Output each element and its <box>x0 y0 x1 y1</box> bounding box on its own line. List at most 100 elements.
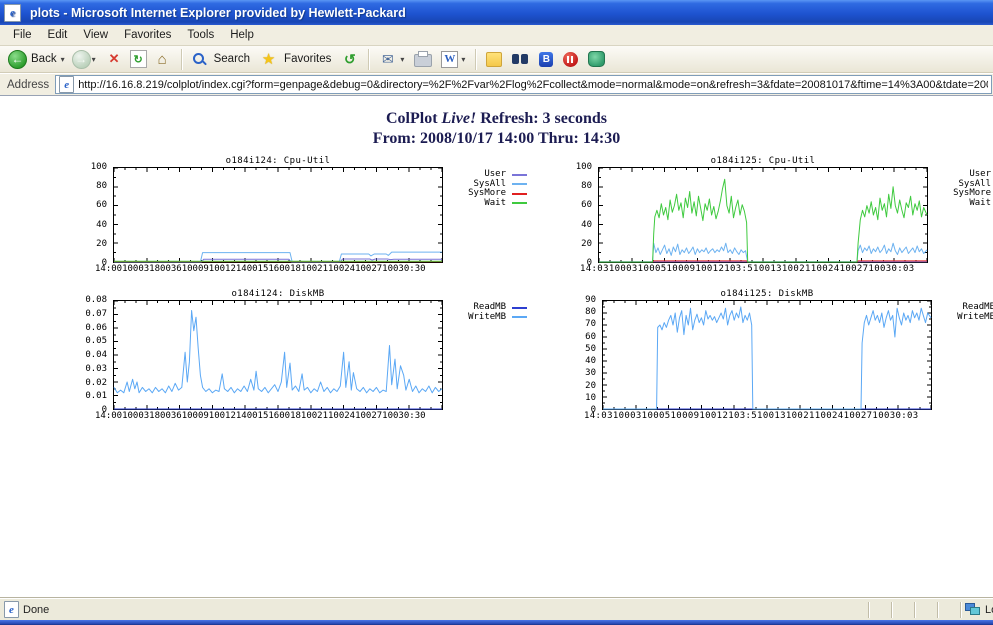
search-button[interactable]: Search <box>187 51 255 68</box>
y-tick-label: 0.02 <box>67 379 107 387</box>
y-tick-label: 80 <box>71 182 107 190</box>
forward-dropdown-caret[interactable]: ▾ <box>92 55 96 64</box>
stop-button[interactable]: ✕ <box>101 50 128 69</box>
status-left-pane: e Done <box>0 601 868 618</box>
y-tick-label: 20 <box>556 382 596 390</box>
mail-dropdown-caret[interactable]: ▾ <box>400 55 404 64</box>
status-zone-pane: Local intranet <box>960 602 993 618</box>
mail-button[interactable]: ✉ ▾ <box>374 50 409 69</box>
local-intranet-icon <box>965 603 981 616</box>
back-icon: ← <box>8 50 27 69</box>
chart-title: o184i125: DiskMB <box>602 289 932 300</box>
y-tick-label: 10 <box>556 394 596 402</box>
y-tick-label: 50 <box>556 345 596 353</box>
history-icon: ↺ <box>341 51 358 68</box>
messenger-note-button[interactable] <box>481 51 507 68</box>
pause-icon <box>563 52 578 67</box>
address-input[interactable]: e http://16.16.8.219/colplot/index.cgi?f… <box>55 75 992 94</box>
favorites-button[interactable]: ★ Favorites <box>255 50 336 69</box>
address-label: Address <box>7 79 49 91</box>
y-axis-labels: 100806040200 <box>71 163 107 267</box>
media-pause-button[interactable] <box>558 51 583 68</box>
legend-color-swatch <box>512 316 527 318</box>
forward-icon: → <box>72 50 91 69</box>
y-tick-label: 90 <box>556 296 596 304</box>
title-bar: e plots - Microsoft Internet Explorer pr… <box>0 0 993 25</box>
plot-area <box>113 167 443 263</box>
y-tick-label: 60 <box>71 201 107 209</box>
status-page-icon: e <box>4 601 19 618</box>
home-button[interactable]: ⌂ <box>149 50 176 69</box>
y-tick-label: 20 <box>71 240 107 248</box>
legend-item: Wait <box>940 199 993 209</box>
chart-title: o184i125: Cpu-Util <box>598 156 928 167</box>
menu-file[interactable]: File <box>5 26 40 44</box>
legend: UserSysAllSysMoreWait <box>940 170 993 208</box>
address-url-text: http://16.16.8.219/colplot/index.cgi?for… <box>78 79 988 91</box>
legend-label: WriteMB <box>468 313 506 323</box>
toolbar-separator <box>475 49 476 70</box>
y-tick-label: 0.04 <box>67 351 107 359</box>
menu-help[interactable]: Help <box>222 26 262 44</box>
x-axis-labels: 14:0310003100051000910012103:51001310021… <box>580 264 954 275</box>
home-icon: ⌂ <box>154 51 171 68</box>
y-tick-label: 100 <box>71 163 107 171</box>
y-tick-label: 0.08 <box>67 296 107 304</box>
menu-tools[interactable]: Tools <box>179 26 222 44</box>
legend-item: WriteMB <box>455 313 527 323</box>
legend-item: WriteMB <box>944 313 993 323</box>
y-tick-label: 80 <box>556 308 596 316</box>
status-bar: e Done Local intranet <box>0 598 993 620</box>
y-tick-label: 100 <box>556 163 592 171</box>
chart-cpu-util-o184i125: o184i125: Cpu-Util10080604020014:0310003… <box>556 156 993 278</box>
legend-label: Wait <box>969 199 991 209</box>
legend-label: WriteMB <box>957 313 993 323</box>
messenger-button[interactable] <box>583 50 610 68</box>
y-tick-label: 0.03 <box>67 365 107 373</box>
chart-title: o184i124: DiskMB <box>113 289 443 300</box>
print-icon <box>414 54 432 67</box>
status-pane <box>914 602 937 618</box>
chart-cpu-util-o184i124: o184i124: Cpu-Util10080604020014:0010003… <box>71 156 553 278</box>
legend-item: Wait <box>455 199 527 209</box>
bluetooth-button[interactable]: B <box>534 51 558 68</box>
refresh-button[interactable]: ↻ <box>128 49 149 69</box>
legend: UserSysAllSysMoreWait <box>455 170 527 208</box>
status-text: Done <box>23 604 49 616</box>
y-tick-label: 0.06 <box>67 324 107 332</box>
page-title: ColPlot Live! Refresh: 3 seconds From: 2… <box>0 110 993 148</box>
y-tick-label: 80 <box>556 182 592 190</box>
edit-dropdown-caret[interactable]: ▾ <box>461 55 465 64</box>
legend: ReadMBWriteMB <box>944 303 993 322</box>
binoculars-icon <box>512 54 529 64</box>
page-subtitle: From: 2008/10/17 14:00 Thru: 14:30 <box>0 130 993 148</box>
status-pane <box>937 602 960 618</box>
menu-view[interactable]: View <box>75 26 116 44</box>
menu-bar: File Edit View Favorites Tools Help <box>0 25 993 46</box>
refresh-label: Refresh: 3 seconds <box>480 110 607 127</box>
print-button[interactable] <box>409 51 437 68</box>
back-dropdown-caret[interactable]: ▾ <box>61 55 65 64</box>
ie-window-icon: e <box>4 4 21 22</box>
y-tick-label: 70 <box>556 320 596 328</box>
y-tick-label: 30 <box>556 369 596 377</box>
favorites-label: Favorites <box>284 53 331 65</box>
forward-button[interactable]: → ▾ <box>70 49 101 70</box>
menu-edit[interactable]: Edit <box>40 26 76 44</box>
research-button[interactable] <box>507 53 534 65</box>
legend-color-swatch <box>512 174 527 176</box>
messenger-icon <box>588 51 605 67</box>
legend: ReadMBWriteMB <box>455 303 527 322</box>
live-label: Live! <box>442 110 477 127</box>
y-axis-labels: 100806040200 <box>556 163 592 267</box>
plot-area <box>598 167 928 263</box>
menu-favorites[interactable]: Favorites <box>116 26 179 44</box>
y-tick-label: 40 <box>71 221 107 229</box>
search-icon <box>192 52 207 67</box>
y-tick-label: 0.05 <box>67 337 107 345</box>
history-button[interactable]: ↺ <box>336 50 363 69</box>
edit-with-word-button[interactable]: W ▾ <box>437 50 470 69</box>
status-pane <box>868 602 891 618</box>
window-border <box>0 620 993 625</box>
back-button[interactable]: ← Back ▾ <box>6 49 70 70</box>
